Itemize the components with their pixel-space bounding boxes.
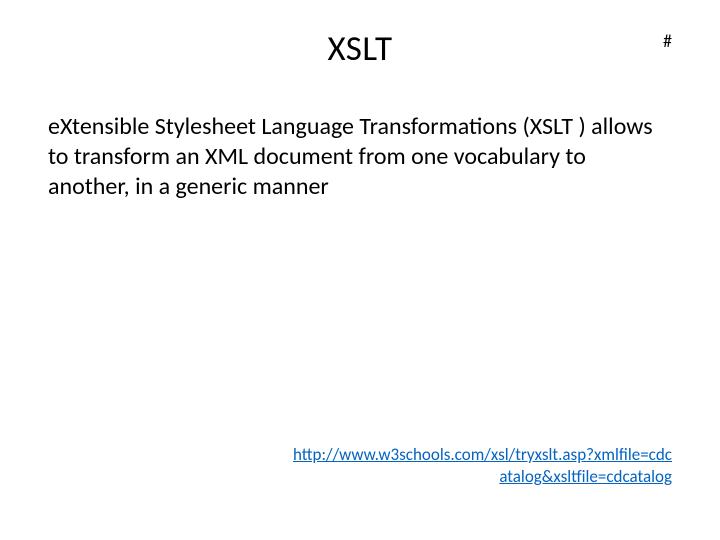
slide-number: # (663, 30, 672, 52)
reference-link[interactable]: http://www.w3schools.com/xsl/tryxslt.asp… (293, 444, 672, 487)
slide-body: eXtensible Stylesheet Language Transform… (48, 112, 672, 202)
slide: # XSLT eXtensible Stylesheet Language Tr… (0, 0, 720, 540)
slide-title: XSLT (48, 28, 672, 70)
footer-link-container: http://www.w3schools.com/xsl/tryxslt.asp… (292, 444, 672, 488)
